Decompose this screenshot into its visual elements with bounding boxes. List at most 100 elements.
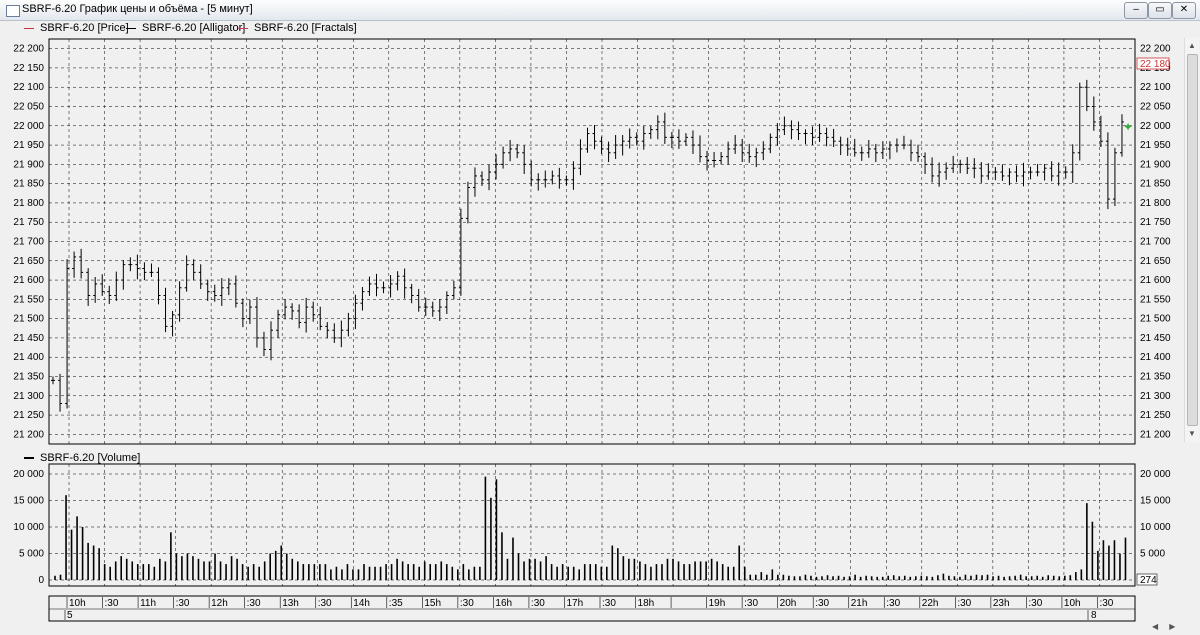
- price-y-tick-label: 21 950: [13, 140, 44, 151]
- price-y-tick-label: 21 550: [13, 294, 44, 305]
- time-label: :30: [105, 598, 119, 609]
- price-bar: [1028, 166, 1033, 180]
- volume-y-axis-left: 20 000 15 000 10 000 5 000 0: [13, 469, 44, 586]
- price-bar: [79, 248, 84, 279]
- price-bar: [247, 299, 252, 325]
- price-y-tick-label: 21 600: [13, 275, 44, 286]
- price-bar: [72, 251, 77, 278]
- price-bar: [908, 139, 913, 162]
- time-label: 12h: [211, 598, 228, 609]
- price-bar: [360, 287, 365, 311]
- vertical-scrollbar[interactable]: ▲ ▼: [1184, 38, 1199, 442]
- price-bar: [740, 138, 745, 163]
- price-y-tick-label: 21 600: [1140, 275, 1171, 286]
- price-bar: [269, 321, 274, 361]
- price-bar: [972, 158, 977, 179]
- price-bar: [1084, 79, 1089, 112]
- price-bar: [620, 135, 625, 156]
- price-y-tick-label: 22 200: [1140, 44, 1171, 55]
- price-bar: [817, 123, 822, 142]
- volume-bars: [54, 476, 1127, 580]
- price-y-tick-label: 21 200: [13, 429, 44, 440]
- price-bar: [916, 144, 921, 163]
- price-bar: [58, 373, 63, 412]
- price-bar: [613, 135, 618, 159]
- price-bar: [669, 131, 674, 149]
- price-bar: [958, 159, 963, 174]
- time-label: 18h: [638, 598, 655, 609]
- scroll-left-icon[interactable]: ◀: [1152, 622, 1158, 631]
- price-bar: [304, 297, 309, 333]
- price-y-tick-label: 21 400: [13, 352, 44, 363]
- price-bar: [698, 135, 703, 163]
- price-y-tick-label: 21 300: [1140, 391, 1171, 402]
- price-bar: [1042, 163, 1047, 181]
- chart-canvas[interactable]: 22 200 22 150 22 100 22 050 22 000 21 950 21 9…: [0, 0, 1200, 635]
- time-label: :30: [1099, 598, 1113, 609]
- price-bar: [550, 170, 555, 185]
- price-y-tick-label: 21 450: [1140, 333, 1171, 344]
- day-label: 8: [1091, 610, 1097, 621]
- price-y-tick-label: 21 200: [1140, 429, 1171, 440]
- fractal-up-icon: ✦: [1123, 120, 1133, 134]
- price-bar: [494, 154, 499, 180]
- price-y-tick-label: 22 100: [13, 82, 44, 93]
- price-bar: [367, 276, 372, 296]
- price-bar: [859, 146, 864, 161]
- volume-y-tick-label: 20 000: [1140, 469, 1171, 480]
- price-y-tick-label: 21 550: [1140, 294, 1171, 305]
- price-bar: [198, 264, 203, 289]
- price-y-tick-label: 21 950: [1140, 140, 1171, 151]
- price-bar: [1070, 144, 1075, 183]
- price-bar: [226, 278, 231, 296]
- day-label: 5: [67, 610, 73, 621]
- price-bar: [458, 208, 463, 296]
- time-label: :30: [318, 598, 332, 609]
- current-volume-marker: 274: [1136, 573, 1158, 586]
- time-label: 10h: [69, 598, 86, 609]
- price-bar: [515, 143, 520, 159]
- scroll-right-icon[interactable]: ▶: [1169, 622, 1175, 631]
- price-bar: [1112, 147, 1117, 207]
- price-y-axis-left: 22 200 22 150 22 100 22 050 22 000 21 950 21 9…: [13, 44, 44, 441]
- price-y-tick-label: 22 000: [13, 121, 44, 132]
- price-y-tick-label: 22 050: [13, 102, 44, 113]
- price-y-tick-label: 21 650: [13, 256, 44, 267]
- price-bar: [290, 303, 295, 320]
- price-bar: [557, 167, 562, 189]
- price-y-tick-label: 22 050: [1140, 102, 1171, 113]
- price-bar: [325, 322, 330, 339]
- price-bar: [655, 115, 660, 140]
- price-bar: [873, 143, 878, 163]
- price-bar: [254, 297, 259, 348]
- price-y-tick-label: 21 850: [1140, 179, 1171, 190]
- price-bar: [135, 254, 140, 280]
- scrollbar-thumb[interactable]: [1187, 54, 1198, 426]
- time-label: 21h: [851, 598, 868, 609]
- time-label: 16h: [495, 598, 512, 609]
- time-label: 14h: [353, 598, 370, 609]
- scroll-down-icon[interactable]: ▼: [1187, 428, 1197, 440]
- price-bar: [465, 181, 470, 224]
- price-y-tick-label: 21 800: [1140, 198, 1171, 209]
- volume-y-tick-label: 20 000: [13, 469, 44, 480]
- price-bar: [283, 299, 288, 320]
- price-bar: [733, 135, 738, 154]
- time-label: :30: [744, 598, 758, 609]
- horizontal-scroll-arrows[interactable]: ◀ ▶: [1146, 620, 1184, 633]
- price-bar: [1077, 82, 1082, 161]
- price-bar: [775, 123, 780, 146]
- price-bar: [761, 141, 766, 161]
- price-bar: [332, 323, 337, 343]
- price-bar: [838, 136, 843, 156]
- scroll-up-icon[interactable]: ▲: [1187, 40, 1197, 52]
- price-bar: [866, 140, 871, 158]
- price-bar: [240, 298, 245, 328]
- price-bar: [1063, 166, 1068, 179]
- price-y-tick-label: 21 750: [13, 217, 44, 228]
- price-bar: [944, 162, 949, 180]
- price-bar: [768, 133, 773, 154]
- current-price-label: 22 180: [1140, 59, 1171, 70]
- price-bar: [430, 301, 435, 317]
- time-label: :30: [1028, 598, 1042, 609]
